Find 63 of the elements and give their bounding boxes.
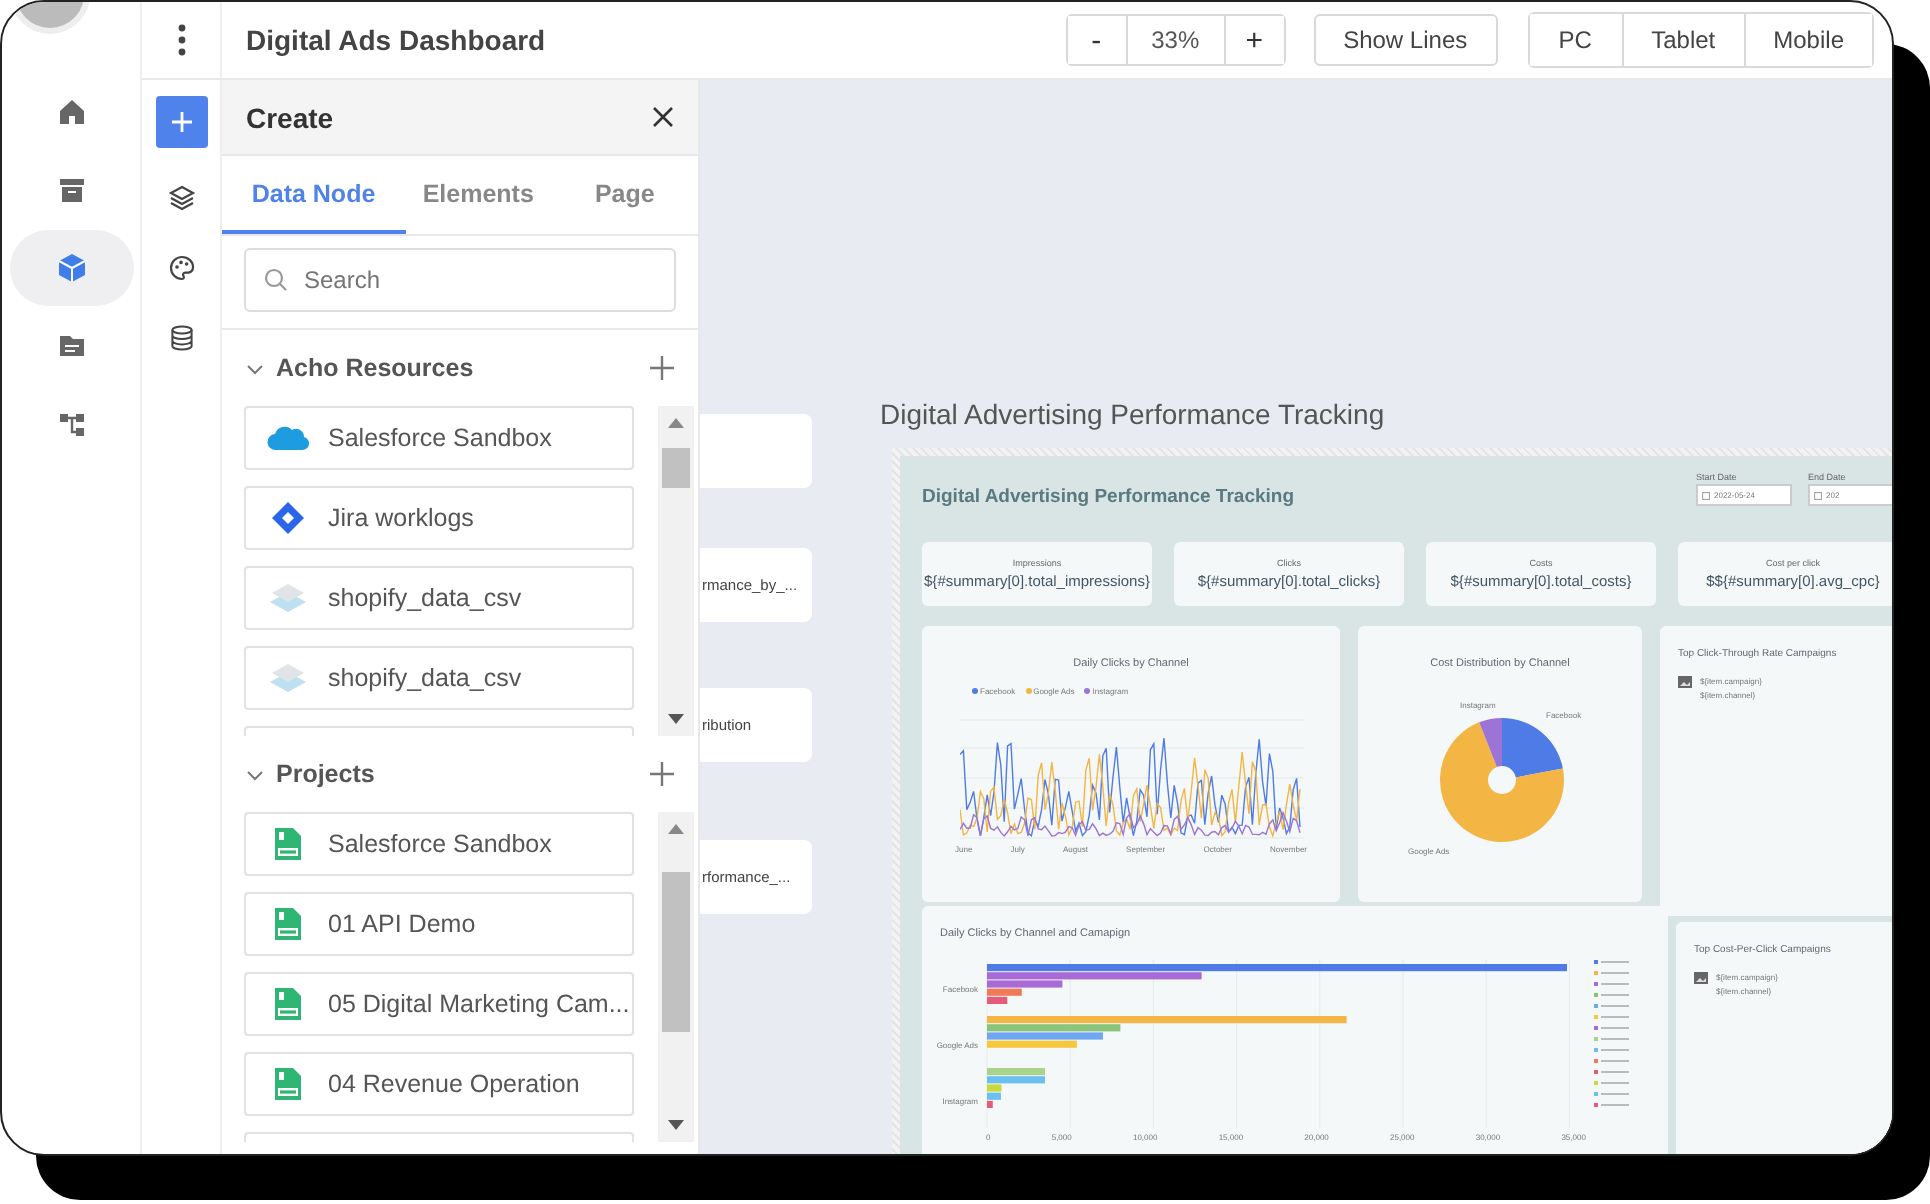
- archive-icon: [57, 176, 85, 204]
- dashboard-heading: Digital Advertising Performance Tracking: [922, 486, 1295, 512]
- palette-icon[interactable]: [167, 254, 195, 282]
- resource-name: 04 Revenue Operation: [328, 1070, 580, 1098]
- scroll-down-icon[interactable]: [668, 714, 684, 724]
- sidebar-item[interactable]: [9, 230, 133, 306]
- resource-name: 05 Digital Marketing Cam...: [328, 990, 630, 1018]
- folder-icon: [57, 332, 85, 360]
- resource-name: shopify_data_csv: [328, 664, 522, 692]
- flow-icon: [57, 410, 85, 438]
- resource-item[interactable]: Salesforce Sandbox: [244, 812, 634, 876]
- scroll-thumb[interactable]: [662, 872, 690, 1032]
- scroll-down-icon[interactable]: [668, 1120, 684, 1130]
- scroll-thumb[interactable]: [662, 448, 690, 488]
- resource-name: shopify_data_csv: [328, 584, 522, 612]
- cloud-icon: [266, 424, 310, 452]
- canvas-node[interactable]: [700, 414, 812, 488]
- scrollbar[interactable]: [658, 812, 694, 1142]
- add-icon[interactable]: [650, 356, 674, 380]
- chevron-icon[interactable]: [246, 765, 264, 783]
- stack-icon: [266, 662, 310, 694]
- calendar-icon: [1814, 491, 1822, 499]
- cube-icon: [55, 252, 87, 284]
- panel-tab[interactable]: Data Node: [222, 156, 406, 234]
- show-lines-button[interactable]: Show Lines: [1313, 14, 1498, 66]
- calendar-icon: [1702, 491, 1710, 499]
- search-field[interactable]: Search: [244, 248, 676, 312]
- dashboard-preview[interactable]: [892, 448, 1892, 1154]
- database-icon[interactable]: [169, 324, 193, 352]
- scroll-up-icon[interactable]: [668, 824, 684, 834]
- scroll-up-icon[interactable]: [668, 418, 684, 428]
- donut-chart-drawing: [1436, 714, 1568, 846]
- panel-tab[interactable]: Elements: [405, 156, 552, 234]
- scrollbar[interactable]: [658, 406, 694, 736]
- section-title: Projects: [276, 760, 377, 788]
- resource-item[interactable]: 05 Digital Marketing Cam...: [244, 972, 634, 1036]
- resource-item[interactable]: shopify_data_csv: [244, 566, 634, 630]
- resource-name: 01 API Demo: [328, 910, 476, 938]
- resource-item[interactable]: Salesforce Sandbox: [244, 406, 634, 470]
- resource-item[interactable]: 01 API Demo: [244, 892, 634, 956]
- more-icon[interactable]: [177, 24, 185, 56]
- resource-name: Salesforce Sandbox: [328, 830, 552, 858]
- add-button[interactable]: [155, 96, 207, 148]
- chevron-icon[interactable]: [246, 359, 264, 377]
- page-caption: Digital Advertising Performance Tracking: [880, 398, 1385, 430]
- dashboard-title: Digital Ads Dashboard: [246, 24, 548, 56]
- section-title: Acho Resources: [276, 354, 476, 382]
- image-icon: [1694, 972, 1708, 984]
- resource-name: Jira worklogs: [328, 504, 474, 532]
- add-icon[interactable]: [650, 762, 674, 786]
- panel-title: Create: [246, 101, 334, 133]
- device-button[interactable]: Mobile: [1743, 14, 1872, 66]
- close-icon[interactable]: [652, 106, 674, 128]
- resource-name: Salesforce Sandbox: [328, 424, 552, 452]
- layers-icon[interactable]: [167, 184, 195, 212]
- home-icon: [57, 98, 85, 126]
- stack-icon: [266, 582, 310, 614]
- panel-tab[interactable]: Page: [551, 156, 698, 234]
- resource-item[interactable]: 04 Revenue Operation: [244, 1052, 634, 1116]
- resource-item[interactable]: shopify_data_csv: [244, 646, 634, 710]
- plus-icon: [169, 110, 193, 134]
- resource-item[interactable]: Jira worklogs: [244, 486, 634, 550]
- image-icon: [1678, 676, 1692, 688]
